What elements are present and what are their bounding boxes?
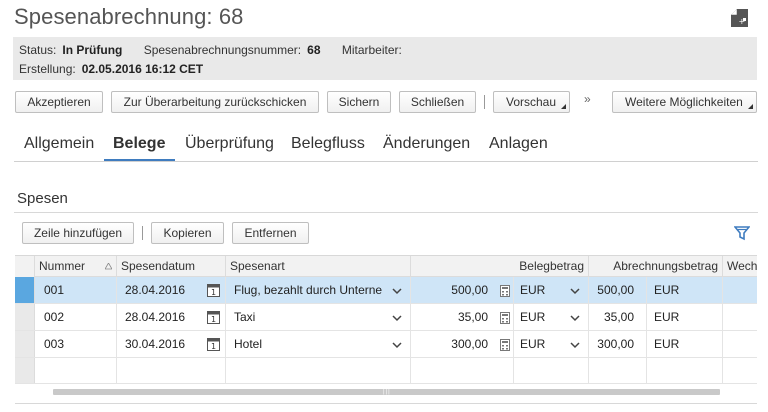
copy-button[interactable]: Kopieren bbox=[151, 222, 224, 244]
table-toolbar-separator bbox=[142, 226, 143, 240]
tab-bar: Allgemein Belege Überprüfung Belegfluss … bbox=[14, 135, 758, 162]
row-amount[interactable]: 500,00 bbox=[415, 277, 488, 303]
row-settlement-currency: EUR bbox=[654, 283, 680, 297]
column-header-type[interactable]: Spesenart bbox=[226, 256, 411, 277]
column-header-exchange[interactable]: Wech bbox=[723, 256, 757, 277]
table-header: Nummer Spesendatum Spesenart Belegbetrag… bbox=[15, 256, 757, 277]
row-date[interactable]: 30.04.2016 bbox=[125, 331, 205, 357]
created-value: 02.05.2016 16:12 CET bbox=[81, 62, 204, 76]
new-window-icon[interactable]: + bbox=[729, 8, 749, 28]
chevron-down-icon[interactable] bbox=[392, 286, 402, 296]
row-currency[interactable]: EUR bbox=[520, 277, 560, 303]
calendar-icon[interactable]: 1 bbox=[207, 337, 220, 351]
close-button[interactable]: Schließen bbox=[399, 91, 476, 113]
expenses-table: Nummer Spesendatum Spesenart Belegbetrag… bbox=[15, 255, 757, 399]
table-row[interactable]: 001 28.04.2016 1 Flug, bezahlt durch Unt… bbox=[15, 277, 757, 304]
column-label-number: Nummer bbox=[39, 259, 86, 273]
send-back-button[interactable]: Zur Überarbeitung zurückschicken bbox=[111, 91, 319, 113]
row-type[interactable]: Taxi bbox=[234, 304, 384, 330]
row-selector[interactable] bbox=[15, 331, 35, 357]
filter-icon[interactable] bbox=[734, 225, 750, 241]
number-value: 68 bbox=[307, 43, 321, 57]
svg-text:1: 1 bbox=[211, 342, 216, 351]
page-title: Spesenabrechnung: 68 bbox=[14, 4, 244, 29]
row-type[interactable]: Flug, bezahlt durch Unterne bbox=[234, 277, 384, 303]
row-amount[interactable]: 35,00 bbox=[415, 304, 488, 330]
more-options-button[interactable]: Weitere Möglichkeiten bbox=[612, 91, 757, 113]
chevron-down-icon[interactable] bbox=[570, 286, 580, 296]
chevron-down-icon[interactable] bbox=[392, 313, 402, 323]
remove-button[interactable]: Entfernen bbox=[232, 222, 309, 244]
column-header-date[interactable]: Spesendatum bbox=[117, 256, 226, 277]
tab-aenderungen[interactable]: Änderungen bbox=[383, 135, 470, 153]
row-date[interactable]: 28.04.2016 bbox=[125, 304, 205, 330]
add-row-button[interactable]: Zeile hinzufügen bbox=[22, 222, 134, 244]
chevron-down-icon[interactable] bbox=[570, 313, 580, 323]
column-header-amount[interactable]: Belegbetrag bbox=[411, 256, 589, 277]
row-number[interactable]: 003 bbox=[44, 331, 114, 357]
section-title: Spesen bbox=[17, 190, 68, 207]
number-label: Spesenabrechnungsnummer: bbox=[143, 43, 302, 57]
svg-text:1: 1 bbox=[211, 288, 216, 297]
horizontal-scrollbar[interactable]: ||| bbox=[53, 389, 720, 395]
tab-divider bbox=[14, 161, 758, 162]
column-header-settlement[interactable]: Abrechnungsbetrag bbox=[589, 256, 723, 277]
row-number[interactable]: 001 bbox=[44, 277, 114, 303]
row-selector[interactable] bbox=[15, 304, 35, 330]
row-currency[interactable]: EUR bbox=[520, 304, 560, 330]
calendar-icon[interactable]: 1 bbox=[207, 310, 220, 324]
tab-belegfluss[interactable]: Belegfluss bbox=[291, 135, 365, 153]
table-bottom-border bbox=[15, 403, 757, 404]
svg-text:1: 1 bbox=[211, 315, 216, 324]
row-date[interactable]: 28.04.2016 bbox=[125, 277, 205, 303]
header-info-panel: Status: In Prüfung Spesenabrechnungsnumme… bbox=[13, 37, 757, 80]
row-selector[interactable] bbox=[15, 277, 35, 303]
menu-triangle-icon bbox=[748, 104, 753, 109]
column-header-number[interactable]: Nummer bbox=[35, 256, 117, 277]
created-label: Erstellung: bbox=[19, 62, 76, 76]
tab-allgemein[interactable]: Allgemein bbox=[24, 135, 94, 153]
status-value: In Prüfung bbox=[62, 43, 123, 57]
row-number[interactable]: 002 bbox=[44, 304, 114, 330]
sort-ascending-icon bbox=[105, 263, 112, 270]
chevron-down-icon[interactable] bbox=[570, 340, 580, 350]
accept-button[interactable]: Akzeptieren bbox=[15, 91, 103, 113]
employee-label: Mitarbeiter: bbox=[341, 43, 402, 57]
selection-column-header bbox=[15, 256, 35, 277]
row-type[interactable]: Hotel bbox=[234, 331, 384, 357]
calendar-icon[interactable]: 1 bbox=[207, 283, 220, 297]
tab-anlagen[interactable]: Anlagen bbox=[489, 135, 548, 153]
chevron-down-icon[interactable] bbox=[392, 340, 402, 350]
save-button[interactable]: Sichern bbox=[327, 91, 391, 113]
row-settlement: 500,00 bbox=[597, 283, 634, 297]
calculator-icon[interactable] bbox=[500, 339, 510, 351]
preview-label: Vorschau bbox=[506, 95, 557, 109]
row-settlement: 300,00 bbox=[597, 337, 634, 351]
row-settlement-currency: EUR bbox=[654, 337, 680, 351]
calculator-icon[interactable] bbox=[500, 312, 510, 324]
tab-belege[interactable]: Belege bbox=[113, 135, 165, 153]
row-selector bbox=[15, 358, 35, 383]
row-settlement-currency: EUR bbox=[654, 310, 680, 324]
scroll-grip-icon[interactable]: ||| bbox=[383, 389, 391, 395]
status-label: Status: bbox=[19, 43, 57, 57]
row-amount[interactable]: 300,00 bbox=[415, 331, 488, 357]
menu-triangle-icon bbox=[561, 104, 566, 109]
tab-ueberpruefung[interactable]: Überprüfung bbox=[185, 135, 274, 153]
table-row[interactable]: 003 30.04.2016 1 Hotel 300,00 EUR 300,00… bbox=[15, 331, 757, 358]
table-row[interactable]: 002 28.04.2016 1 Taxi 35,00 EUR 35,00 EU… bbox=[15, 304, 757, 331]
empty-table-row bbox=[15, 358, 757, 384]
row-settlement: 35,00 bbox=[603, 310, 634, 324]
row-currency[interactable]: EUR bbox=[520, 331, 560, 357]
toolbar-separator bbox=[484, 95, 485, 109]
more-options-label: Weitere Möglichkeiten bbox=[625, 95, 743, 109]
section-divider bbox=[14, 212, 758, 213]
overflow-icon[interactable]: » bbox=[584, 92, 591, 106]
preview-button[interactable]: Vorschau bbox=[493, 91, 570, 113]
calculator-icon[interactable] bbox=[500, 285, 510, 297]
